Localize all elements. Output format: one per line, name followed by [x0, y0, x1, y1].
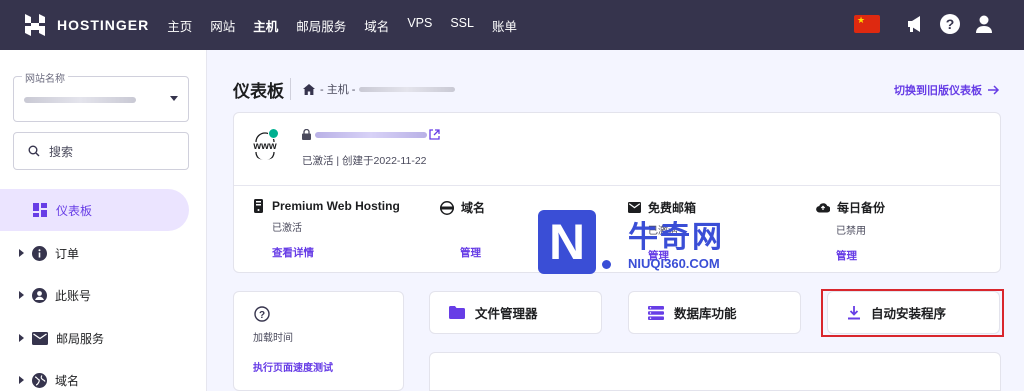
- switch-link-label: 切换到旧版仪表板: [894, 85, 982, 97]
- bottom-card: [429, 352, 1001, 391]
- load-time-card: ? 加载时间 执行页面速度测试: [233, 291, 404, 391]
- sidebar-item-email[interactable]: 邮局服务: [0, 317, 189, 359]
- sidebar-item-account[interactable]: 此账号: [0, 274, 189, 316]
- expand-arrow-icon: [19, 291, 24, 299]
- svg-text:www: www: [252, 141, 277, 152]
- feature-title: 每日备份: [837, 201, 886, 215]
- sidebar-item-dashboard[interactable]: 仪表板: [0, 189, 189, 231]
- nav-billing[interactable]: 账单: [492, 16, 517, 35]
- load-time-label: 加载时间: [253, 333, 293, 344]
- user-icon[interactable]: [972, 12, 996, 36]
- info-icon: [32, 245, 47, 261]
- hostinger-logo[interactable]: HOSTINGER: [22, 12, 149, 38]
- feature-backup: 每日备份 已禁用 管理: [816, 199, 885, 263]
- nav-websites[interactable]: 网站: [210, 16, 235, 35]
- tool-label: 文件管理器: [475, 307, 538, 321]
- website-select[interactable]: 网站名称: [13, 70, 189, 122]
- feature-domain: 域名 管理: [440, 199, 485, 260]
- page-title: 仪表板: [233, 82, 284, 101]
- feature-title: Premium Web Hosting: [272, 199, 400, 213]
- blurred-breadcrumb-site: [359, 86, 456, 92]
- megaphone-icon[interactable]: [904, 12, 928, 36]
- nav-home[interactable]: 主页: [167, 16, 192, 35]
- watermark-logo-icon: N: [538, 210, 596, 274]
- manage-domain-link[interactable]: 管理: [460, 245, 485, 260]
- switch-to-old-dashboard-link[interactable]: 切换到旧版仪表板: [894, 82, 1000, 98]
- auto-installer-highlight: [821, 289, 1004, 337]
- sidebar-item-domains[interactable]: 域名: [0, 359, 189, 391]
- tool-label: 数据库功能: [674, 307, 737, 321]
- nav-ssl[interactable]: SSL: [450, 16, 474, 35]
- caret-down-icon: [170, 96, 178, 101]
- brand-name: HOSTINGER: [57, 17, 150, 33]
- nav-vps[interactable]: VPS: [407, 16, 432, 35]
- hosting-card-header: www 已激活 | 创建于2022-11-22: [234, 113, 1000, 186]
- feature-plan: Premium Web Hosting 已激活 查看详情: [252, 199, 400, 260]
- view-details-link[interactable]: 查看详情: [272, 245, 400, 260]
- globe-icon: [32, 372, 47, 388]
- expand-arrow-icon: [19, 376, 24, 384]
- sidebar-item-label: 仪表板: [56, 203, 93, 218]
- blurred-site-name: [24, 97, 136, 103]
- sidebar-item-orders[interactable]: 订单: [0, 232, 189, 274]
- www-globe-icon: [440, 200, 454, 215]
- watermark-dot: [602, 260, 611, 269]
- mail-icon: [32, 331, 48, 345]
- nav-email[interactable]: 邮局服务: [296, 16, 346, 35]
- account-icon: [32, 287, 47, 303]
- main-nav: 主页 网站 主机 邮局服务 域名 VPS SSL 账单: [167, 16, 535, 35]
- server-icon: [254, 199, 263, 213]
- feature-status: 已禁用: [836, 226, 866, 237]
- page-speed-test-link[interactable]: 执行页面速度测试: [253, 359, 333, 374]
- sidebar-item-label: 邮局服务: [56, 331, 105, 346]
- website-select-label: 网站名称: [22, 70, 68, 85]
- nav-domains[interactable]: 域名: [364, 16, 389, 35]
- feature-status: [460, 222, 485, 234]
- manage-backup-link[interactable]: 管理: [836, 248, 885, 263]
- hosting-status: 已激活 | 创建于2022-11-22: [302, 155, 427, 167]
- lock-icon: [302, 129, 311, 140]
- niuqi-watermark: N 牛奇网 NIUQI360.COM: [538, 210, 738, 278]
- breadcrumb-text: - 主机 -: [320, 84, 356, 96]
- feature-status: 已激活: [272, 223, 302, 234]
- search-placeholder: 搜索: [49, 144, 74, 159]
- blurred-domain[interactable]: [315, 131, 427, 138]
- sidebar: 网站名称 搜索 仪表板 订单 此账号 邮局服务 域名: [0, 50, 207, 391]
- svg-text:?: ?: [946, 16, 955, 32]
- arrow-right-icon: [988, 85, 1000, 95]
- search-input[interactable]: 搜索: [13, 132, 189, 170]
- active-status-dot: [268, 128, 279, 139]
- help-icon[interactable]: ?: [938, 12, 962, 36]
- top-navbar: HOSTINGER 主页 网站 主机 邮局服务 域名 VPS SSL 账单 ?: [0, 0, 1024, 50]
- domain-line: [302, 129, 440, 140]
- hostinger-logo-icon: [25, 14, 45, 36]
- expand-arrow-icon: [19, 249, 24, 257]
- breadcrumb: - 主机 -: [290, 78, 456, 100]
- sidebar-item-label: 订单: [55, 246, 80, 261]
- svg-text:?: ?: [259, 310, 265, 321]
- folder-icon: [449, 306, 465, 319]
- expand-arrow-icon: [19, 334, 24, 342]
- search-icon: [28, 145, 40, 157]
- home-icon[interactable]: [303, 83, 315, 95]
- watermark-cn-text: 牛奇网: [628, 220, 724, 255]
- external-link-icon[interactable]: [429, 129, 440, 140]
- sidebar-item-label: 域名: [55, 373, 80, 388]
- sidebar-item-label: 此账号: [55, 288, 92, 303]
- dashboard-icon: [33, 203, 47, 217]
- cloud-upload-icon: [816, 203, 830, 213]
- question-circle-icon: ?: [254, 306, 270, 322]
- database-button[interactable]: 数据库功能: [628, 291, 801, 334]
- feature-title: 域名: [461, 201, 486, 215]
- file-manager-button[interactable]: 文件管理器: [429, 291, 602, 334]
- database-icon: [648, 305, 664, 320]
- nav-hosting[interactable]: 主机: [253, 16, 278, 35]
- china-flag-icon[interactable]: [854, 15, 880, 33]
- top-right-actions: ?: [854, 12, 996, 36]
- watermark-en-text: NIUQI360.COM: [628, 256, 720, 271]
